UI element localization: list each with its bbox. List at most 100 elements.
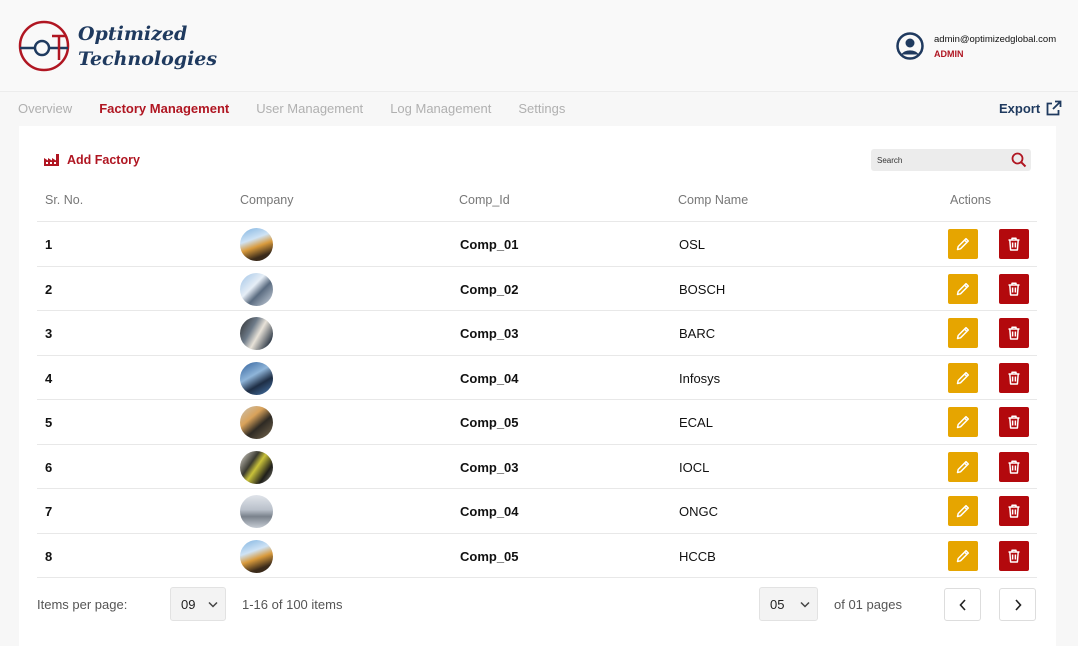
row-comp-id: Comp_02 <box>460 281 519 297</box>
pencil-icon <box>956 237 970 251</box>
edit-button[interactable] <box>948 540 978 571</box>
company-avatar <box>240 450 273 484</box>
table-row[interactable]: 5 Comp_05 ECAL <box>37 399 1037 444</box>
table-row[interactable]: 3 Comp_03 BARC <box>37 310 1037 355</box>
search-input[interactable] <box>877 153 1005 167</box>
user-email: admin@optimizedglobal.com <box>934 34 1057 45</box>
tab-log-management[interactable]: Log Management <box>390 101 491 123</box>
edit-button[interactable] <box>948 318 978 348</box>
row-comp-name: OSL <box>679 237 706 252</box>
row-comp-name: Infosys <box>679 370 721 386</box>
table-row[interactable]: 4 Comp_04 Infosys <box>37 354 1037 400</box>
row-sr-no: 6 <box>45 459 53 475</box>
items-per-page-select[interactable]: 09 <box>170 587 226 621</box>
edit-button[interactable] <box>948 229 978 259</box>
company-avatar <box>240 272 273 306</box>
row-comp-name: ECAL <box>679 415 713 430</box>
table-row[interactable]: 6 Comp_03 IOCL <box>37 443 1037 489</box>
delete-button[interactable] <box>999 273 1029 304</box>
items-per-page-label: Items per page: <box>37 597 128 612</box>
user-avatar-icon <box>896 32 924 60</box>
pencil-icon <box>956 504 970 518</box>
row-sr-no: 8 <box>45 548 53 564</box>
page-select[interactable]: 05 <box>759 587 818 621</box>
row-sr-no: 1 <box>45 237 53 252</box>
brand-line-1: Optimized <box>78 23 188 45</box>
edit-button[interactable] <box>948 273 978 304</box>
pencil-icon <box>956 415 970 429</box>
tab-factory-management[interactable]: Factory Management <box>99 101 229 123</box>
row-comp-id: Comp_04 <box>460 370 519 386</box>
header-company: Company <box>240 193 294 207</box>
trash-icon <box>1008 549 1020 563</box>
user-role: ADMIN <box>934 49 964 59</box>
company-avatar <box>240 539 273 573</box>
company-logo[interactable]: Optimized Technologies <box>18 20 217 74</box>
delete-button[interactable] <box>999 229 1029 259</box>
row-comp-name: BOSCH <box>679 281 726 297</box>
export-label: Export <box>999 100 1041 116</box>
edit-button[interactable] <box>948 407 978 437</box>
tab-user-management[interactable]: User Management <box>256 101 363 123</box>
table-row[interactable]: 8 Comp_05 HCCB <box>37 532 1037 578</box>
trash-icon <box>1008 282 1020 296</box>
edit-button[interactable] <box>948 496 978 526</box>
company-avatar <box>240 361 273 395</box>
brand-line-2: Technologies <box>78 48 218 70</box>
table-row[interactable]: 7 Comp_04 ONGC <box>37 488 1037 533</box>
company-avatar <box>240 406 273 439</box>
main-tabs: Overview Factory Management User Managem… <box>18 101 592 123</box>
row-comp-name: BARC <box>679 326 716 341</box>
row-comp-name: ONGC <box>679 504 718 519</box>
chevron-right-icon <box>1014 598 1022 611</box>
trash-icon <box>1008 504 1020 518</box>
company-avatar <box>240 317 273 350</box>
edit-button[interactable] <box>948 451 978 482</box>
row-comp-id: Comp_03 <box>460 326 519 341</box>
pencil-icon <box>956 460 970 473</box>
search-icon[interactable] <box>1011 152 1027 168</box>
header-comp-name: Comp Name <box>678 193 749 207</box>
pencil-icon <box>956 549 970 562</box>
edit-button[interactable] <box>948 362 978 393</box>
row-sr-no: 4 <box>45 370 53 386</box>
delete-button[interactable] <box>999 362 1029 393</box>
chevron-down-icon <box>208 601 218 608</box>
trash-icon <box>1008 326 1020 340</box>
row-comp-id: Comp_05 <box>460 548 519 564</box>
external-link-icon <box>1046 100 1062 116</box>
row-sr-no: 2 <box>45 281 53 297</box>
trash-icon <box>1008 371 1020 385</box>
prev-page-button[interactable] <box>944 588 981 621</box>
delete-button[interactable] <box>999 318 1029 348</box>
row-sr-no: 3 <box>45 326 53 341</box>
factory-table-card: Add Factory Sr. No. Company Comp_Id Comp… <box>19 126 1056 646</box>
delete-button[interactable] <box>999 451 1029 482</box>
tab-settings[interactable]: Settings <box>518 101 565 123</box>
row-comp-name: HCCB <box>679 548 716 564</box>
chevron-down-icon <box>800 601 810 608</box>
trash-icon <box>1008 460 1020 474</box>
pencil-icon <box>956 282 970 295</box>
trash-icon <box>1008 237 1020 251</box>
row-sr-no: 7 <box>45 504 53 519</box>
delete-button[interactable] <box>999 540 1029 571</box>
brand-name: Optimized Technologies <box>78 22 217 72</box>
search-box <box>871 149 1031 171</box>
header-comp-id: Comp_Id <box>459 193 510 207</box>
row-sr-no: 5 <box>45 415 53 430</box>
next-page-button[interactable] <box>999 588 1036 621</box>
items-range: 1-16 of 100 items <box>242 597 343 612</box>
add-factory-button[interactable]: Add Factory <box>43 153 140 167</box>
row-comp-id: Comp_05 <box>460 415 519 430</box>
delete-button[interactable] <box>999 407 1029 437</box>
table-row[interactable]: 2 Comp_02 BOSCH <box>37 265 1037 311</box>
tab-overview[interactable]: Overview <box>18 101 72 123</box>
export-button[interactable]: Export <box>999 100 1062 116</box>
add-factory-label: Add Factory <box>67 153 140 167</box>
logo-emblem <box>18 20 70 72</box>
table-row[interactable]: 1 Comp_01 OSL <box>37 221 1037 266</box>
chevron-left-icon <box>958 598 966 611</box>
delete-button[interactable] <box>999 496 1029 526</box>
company-avatar <box>240 228 273 261</box>
